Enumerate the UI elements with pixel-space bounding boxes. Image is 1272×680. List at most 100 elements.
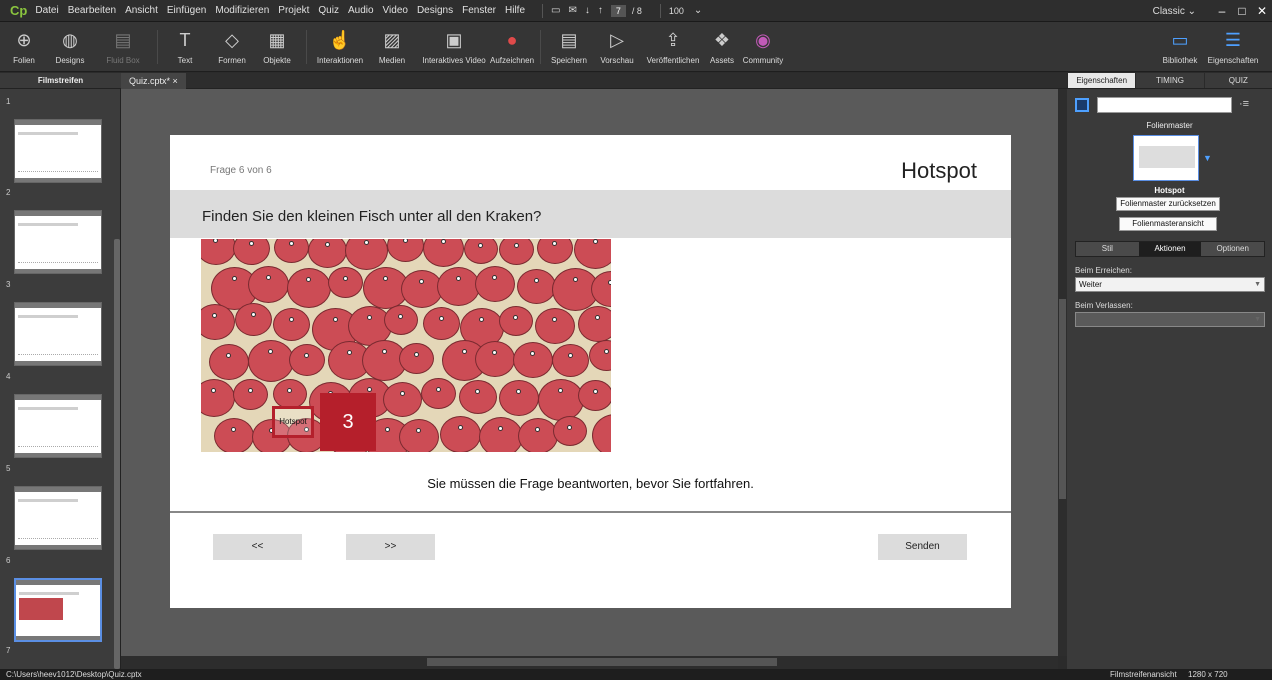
- stage-vertical-scrollbar[interactable]: [1058, 89, 1067, 656]
- incomplete-message[interactable]: Sie müssen die Frage beantworten, bevor …: [170, 476, 1011, 491]
- on-enter-select[interactable]: Weiter ▼: [1075, 277, 1265, 292]
- tool-fluid-box[interactable]: ▤ Fluid Box: [93, 26, 153, 66]
- octopus-eye: [592, 389, 598, 394]
- segment-optionen[interactable]: Optionen: [1201, 242, 1265, 256]
- close-icon[interactable]: ✕: [1252, 4, 1272, 18]
- on-exit-label: Beim Verlassen:: [1075, 301, 1133, 310]
- slide-canvas[interactable]: Frage 6 von 6 Hotspot Finden Sie den kle…: [170, 135, 1011, 608]
- page-number-input[interactable]: 7: [610, 4, 626, 17]
- menu-separator: [659, 3, 661, 18]
- filmstrip-scrollbar[interactable]: [114, 239, 120, 669]
- master-view-button[interactable]: Folienmasteransicht: [1119, 217, 1217, 231]
- mail-icon[interactable]: ✉: [568, 5, 576, 16]
- hotspot-area[interactable]: Hotspot: [272, 406, 314, 438]
- slide-thumbnail[interactable]: [14, 302, 102, 366]
- octopus-eye: [342, 276, 348, 281]
- tab-quiz[interactable]: QUIZ: [1203, 73, 1272, 88]
- minimize-icon[interactable]: –: [1212, 4, 1232, 18]
- arrow-up-icon[interactable]: ↑: [598, 5, 603, 16]
- slide-name-field[interactable]: [1097, 97, 1232, 113]
- tool-label: Fluid Box: [106, 56, 140, 65]
- menu-bearbeiten[interactable]: Bearbeiten: [68, 5, 116, 16]
- chevron-down-icon: ▼: [1254, 316, 1261, 323]
- tool-bibliothek[interactable]: ▭ Bibliothek: [1150, 26, 1210, 66]
- toolbar-separator: [306, 30, 307, 64]
- tool-medien[interactable]: ▨ Medien: [362, 26, 422, 66]
- maximize-icon[interactable]: □: [1232, 4, 1252, 18]
- workspace-select[interactable]: Classic ⌄: [1153, 6, 1196, 17]
- menu-fenster[interactable]: Fenster: [462, 5, 496, 16]
- scroll-thumb[interactable]: [1059, 299, 1066, 499]
- question-text[interactable]: Finden Sie den kleinen Fisch unter all d…: [202, 208, 541, 225]
- octopus-eye: [535, 427, 540, 432]
- filmstrip-tab[interactable]: Filmstreifen: [0, 73, 121, 89]
- doc-tab[interactable]: Quiz.cptx* ×: [121, 73, 186, 89]
- octopus-shape: [459, 380, 497, 414]
- tab-timing[interactable]: TIMING: [1135, 73, 1203, 88]
- menu-audio[interactable]: Audio: [348, 5, 374, 16]
- slide-number: 7: [6, 646, 11, 655]
- menu-ansicht[interactable]: Ansicht: [125, 5, 158, 16]
- zoom-level[interactable]: 100: [669, 6, 684, 16]
- tool-vorschau[interactable]: ▷ Vorschau: [587, 26, 647, 66]
- octopus-eye: [461, 349, 467, 354]
- segment-stil[interactable]: Stil: [1076, 242, 1139, 256]
- octopus-eye: [231, 427, 236, 432]
- octopus-eye: [398, 314, 403, 319]
- scroll-thumb[interactable]: [427, 658, 777, 666]
- next-button[interactable]: >>: [346, 534, 435, 560]
- tool-community[interactable]: ◉ Community: [733, 26, 793, 66]
- octopus-eye: [287, 388, 292, 393]
- stage-horizontal-scrollbar[interactable]: [121, 656, 1058, 669]
- octopus-eye: [288, 317, 294, 322]
- tool-designs[interactable]: ◍ Designs: [40, 26, 100, 66]
- panel-menu-icon[interactable]: ·≡: [1239, 98, 1249, 110]
- back-button[interactable]: <<: [213, 534, 302, 560]
- properties-icon: ☰: [1224, 29, 1242, 50]
- tool-objekte[interactable]: ▦ Objekte: [247, 26, 307, 66]
- slide-thumbnail[interactable]: [14, 486, 102, 550]
- tool-interaktives-video[interactable]: ▣ Interaktives Video: [422, 26, 486, 66]
- reset-master-button[interactable]: Folienmaster zurücksetzen: [1116, 197, 1220, 211]
- slide-thumbnail[interactable]: [14, 210, 102, 274]
- objects-icon: ▦: [268, 29, 286, 50]
- properties-segmented-control: Stil Aktionen Optionen: [1075, 241, 1265, 257]
- octopus-eye: [516, 389, 521, 394]
- menu-datei[interactable]: Datei: [35, 5, 58, 16]
- slide-thumbnail-selected[interactable]: [14, 578, 102, 642]
- close-tab-icon[interactable]: ×: [173, 76, 178, 86]
- segment-aktionen[interactable]: Aktionen: [1138, 242, 1202, 256]
- menu-designs[interactable]: Designs: [417, 5, 453, 16]
- tool-aufzeichnen[interactable]: ● Aufzeichnen: [482, 26, 542, 66]
- octopus-eye: [419, 279, 424, 284]
- assets-icon: ❖: [713, 29, 731, 50]
- menu-modifizieren[interactable]: Modifizieren: [215, 5, 269, 16]
- slide-thumbnail[interactable]: [14, 394, 102, 458]
- chevron-down-icon[interactable]: ⌄: [694, 5, 702, 16]
- monitor-icon[interactable]: ▭: [551, 5, 560, 16]
- arrow-down-icon[interactable]: ↓: [585, 5, 590, 16]
- tool-label: Interaktives Video: [422, 56, 486, 65]
- octopus-image[interactable]: [201, 239, 611, 452]
- octopus-shape: [248, 340, 294, 382]
- slide-color-swatch[interactable]: [1075, 98, 1089, 112]
- menu-einfuegen[interactable]: Einfügen: [167, 5, 206, 16]
- menu-quiz[interactable]: Quiz: [318, 5, 339, 16]
- main-toolbar: ⊕ Folien ◍ Designs ▤ Fluid Box T Text ◇ Forme…: [0, 22, 1272, 72]
- master-thumbnail[interactable]: [1133, 135, 1199, 181]
- menu-bar: Cp Datei Bearbeiten Ansicht Einfügen Mod…: [0, 0, 1272, 22]
- menu-projekt[interactable]: Projekt: [278, 5, 309, 16]
- slide-title[interactable]: Hotspot: [901, 158, 977, 184]
- properties-panel: ·≡ Folienmaster ▼ Hotspot Folienmaster z…: [1067, 89, 1272, 669]
- submit-button[interactable]: Senden: [878, 534, 967, 560]
- octopus-eye: [367, 315, 372, 320]
- menu-video[interactable]: Video: [383, 5, 408, 16]
- tool-eigenschaften[interactable]: ☰ Eigenschaften: [1203, 26, 1263, 66]
- slide-thumbnail[interactable]: [14, 119, 102, 183]
- tab-eigenschaften[interactable]: Eigenschaften: [1067, 73, 1136, 88]
- menu-hilfe[interactable]: Hilfe: [505, 5, 525, 16]
- octopus-eye: [212, 313, 217, 318]
- tool-interaktionen[interactable]: ☝ Interaktionen: [310, 26, 370, 66]
- octopus-eye: [416, 428, 421, 433]
- chevron-down-icon[interactable]: ▼: [1203, 153, 1212, 163]
